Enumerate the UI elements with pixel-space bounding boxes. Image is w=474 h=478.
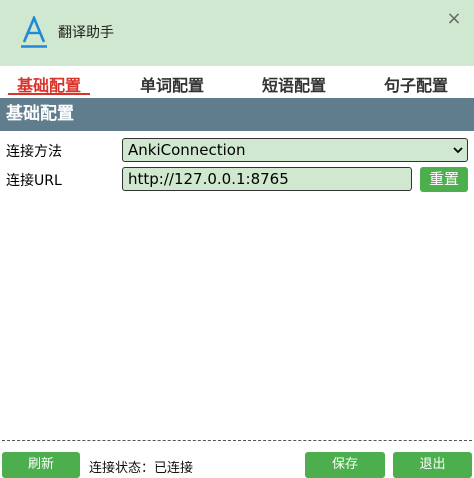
refresh-button[interactable]: 刷新 <box>2 452 80 478</box>
window-title: 翻译助手 <box>58 25 114 41</box>
translate-a-icon <box>21 16 47 48</box>
exit-button[interactable]: 退出 <box>393 452 472 478</box>
tab-phrase-config[interactable]: 短语配置 <box>253 72 335 96</box>
title-bar: 翻译助手 × <box>0 0 474 66</box>
active-tab-underline <box>8 93 90 95</box>
reset-button[interactable]: 重置 <box>420 167 468 192</box>
tab-bar: 基础配置 单词配置 短语配置 句子配置 <box>0 66 474 97</box>
save-button[interactable]: 保存 <box>305 452 385 478</box>
connection-method-select[interactable]: AnkiConnection <box>122 138 468 162</box>
chevron-down-icon <box>453 147 463 154</box>
connection-url-label: 连接URL <box>6 173 62 189</box>
connection-url-input[interactable] <box>122 167 412 191</box>
close-icon[interactable]: × <box>444 9 464 29</box>
tab-sentence-config[interactable]: 句子配置 <box>375 72 457 96</box>
footer-divider <box>2 440 472 441</box>
tab-word-config[interactable]: 单词配置 <box>131 72 213 96</box>
section-title: 基础配置 <box>0 98 474 131</box>
connection-status: 连接状态：已连接 <box>89 461 194 476</box>
connection-method-value: AnkiConnection <box>128 141 246 159</box>
connection-method-label: 连接方法 <box>6 144 62 160</box>
